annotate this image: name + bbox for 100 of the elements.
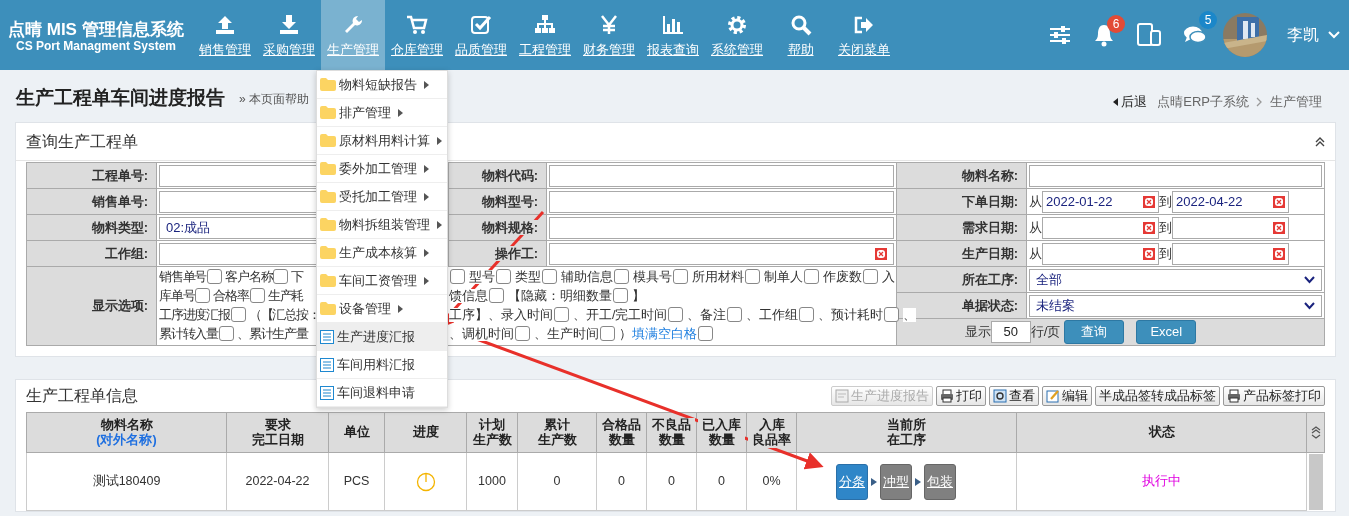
- chevron-down-icon[interactable]: [1327, 30, 1341, 40]
- process-step[interactable]: 冲型: [880, 463, 912, 500]
- excel-button[interactable]: Excel: [1136, 320, 1197, 344]
- date-field[interactable]: [1172, 242, 1289, 265]
- field-label: 工程单号:: [91, 167, 148, 183]
- select-field[interactable]: 未结案: [1029, 294, 1322, 317]
- nav-tab[interactable]: 仓库管理: [385, 0, 449, 70]
- devices-icon[interactable]: [1137, 23, 1161, 47]
- input-field[interactable]: [549, 216, 894, 239]
- date-field[interactable]: [1042, 242, 1159, 265]
- input-field[interactable]: [549, 190, 894, 213]
- search-icon: [789, 14, 812, 36]
- chat-icon[interactable]: [1183, 25, 1207, 45]
- checkbox[interactable]: [614, 269, 629, 284]
- checkbox[interactable]: [496, 269, 511, 284]
- checkbox[interactable]: [219, 326, 234, 341]
- menu-item[interactable]: 生产进度汇报: [317, 323, 447, 351]
- nav-tab[interactable]: 采购管理: [257, 0, 321, 70]
- table-cell: 0%: [762, 474, 781, 489]
- chevron-right-icon: [1256, 96, 1263, 107]
- menu-item[interactable]: 原材料用料计算: [317, 127, 447, 155]
- back-icon[interactable]: [1113, 97, 1119, 106]
- toolbar-button[interactable]: 产品标签打印: [1223, 386, 1325, 406]
- checkbox[interactable]: [884, 307, 900, 322]
- date-field[interactable]: [1172, 216, 1289, 239]
- checkbox[interactable]: [799, 307, 815, 322]
- menu-item[interactable]: 物料短缺报告: [317, 71, 447, 99]
- checkbox[interactable]: [230, 307, 246, 322]
- nav-tab[interactable]: 销售管理: [193, 0, 257, 70]
- field-label: 物料型号:: [481, 193, 538, 209]
- select-field[interactable]: 全部: [1029, 268, 1322, 291]
- nav-tab[interactable]: 帮助: [769, 0, 832, 70]
- checkbox[interactable]: [273, 269, 289, 284]
- checkbox[interactable]: [727, 307, 743, 322]
- toolbar-button[interactable]: 编辑: [1042, 386, 1092, 406]
- input-field[interactable]: [549, 242, 894, 265]
- clear-icon[interactable]: [1273, 221, 1285, 234]
- nav-tab[interactable]: 报表查询: [641, 0, 705, 70]
- checkbox[interactable]: [600, 326, 615, 341]
- checkbox[interactable]: [195, 288, 211, 303]
- toolbar-button[interactable]: 打印: [936, 386, 986, 406]
- menu-item[interactable]: 物料拆组装管理: [317, 211, 447, 239]
- folder-icon: [320, 190, 336, 203]
- clear-icon[interactable]: [1143, 221, 1155, 234]
- clear-icon[interactable]: [875, 247, 887, 260]
- checkbox[interactable]: [450, 269, 465, 284]
- input-field[interactable]: [549, 164, 894, 187]
- table-cell: PCS: [343, 474, 370, 489]
- date-field[interactable]: 2022-04-22: [1172, 190, 1289, 213]
- nav-tab[interactable]: 关闭菜单: [832, 0, 896, 70]
- date-field[interactable]: [1042, 216, 1159, 239]
- process-step[interactable]: 包装: [924, 463, 956, 500]
- clear-icon[interactable]: [1143, 247, 1155, 260]
- checkbox[interactable]: [698, 326, 713, 341]
- page-size-field[interactable]: 50: [990, 321, 1031, 344]
- checkbox[interactable]: [863, 269, 878, 284]
- clear-icon[interactable]: [1143, 195, 1155, 208]
- menu-item[interactable]: 车间退料申请: [317, 379, 447, 407]
- breadcrumb-item[interactable]: 点晴ERP子系统: [1157, 92, 1249, 112]
- menu-item[interactable]: 排产管理: [317, 99, 447, 127]
- scrollbar[interactable]: [1309, 453, 1323, 510]
- menu-item[interactable]: 受托加工管理: [317, 183, 447, 211]
- toolbar-button[interactable]: 半成品签转成品标签: [1095, 386, 1220, 406]
- back-link[interactable]: 后退: [1121, 92, 1148, 112]
- menu-item[interactable]: 车间工资管理: [317, 267, 447, 295]
- checkbox[interactable]: [207, 269, 223, 284]
- clear-icon[interactable]: [1273, 247, 1285, 260]
- menu-item[interactable]: 委外加工管理: [317, 155, 447, 183]
- checkbox[interactable]: [554, 307, 569, 322]
- checkbox[interactable]: [745, 269, 760, 284]
- input-field[interactable]: [1029, 164, 1322, 187]
- checkbox[interactable]: [613, 288, 628, 303]
- nav-tab[interactable]: 系统管理: [705, 0, 769, 70]
- query-button[interactable]: 查询: [1064, 320, 1125, 344]
- nav-tab[interactable]: 财务管理: [577, 0, 641, 70]
- settings-icon[interactable]: [1049, 25, 1071, 45]
- sort-icon[interactable]: [1310, 425, 1321, 440]
- clear-icon[interactable]: [1273, 195, 1285, 208]
- checkbox[interactable]: [542, 269, 557, 284]
- checkbox[interactable]: [804, 269, 819, 284]
- caret-icon: [1304, 275, 1315, 284]
- checkbox[interactable]: [515, 326, 530, 341]
- toolbar-button[interactable]: 查看: [989, 386, 1039, 406]
- menu-item[interactable]: 车间用料汇报: [317, 351, 447, 379]
- checkbox[interactable]: [489, 288, 504, 303]
- process-step[interactable]: 分条: [836, 463, 868, 500]
- checkbox[interactable]: [249, 288, 265, 303]
- date-field[interactable]: 2022-01-22: [1042, 190, 1159, 213]
- nav-tab[interactable]: 品质管理: [449, 0, 513, 70]
- bell-icon[interactable]: [1093, 23, 1115, 47]
- upload-icon: [214, 14, 236, 36]
- help-link[interactable]: » 本页面帮助: [239, 90, 309, 108]
- nav-tab[interactable]: 工程管理: [513, 0, 577, 70]
- checkbox[interactable]: [673, 269, 688, 284]
- collapse-icon[interactable]: [1315, 136, 1325, 147]
- checkbox[interactable]: [668, 307, 684, 322]
- fill-blanks-link[interactable]: 填满空白格: [632, 327, 697, 341]
- gear-icon: [726, 14, 748, 36]
- option-label: 、备注: [687, 308, 727, 322]
- user-name[interactable]: 李凯: [1287, 23, 1319, 47]
